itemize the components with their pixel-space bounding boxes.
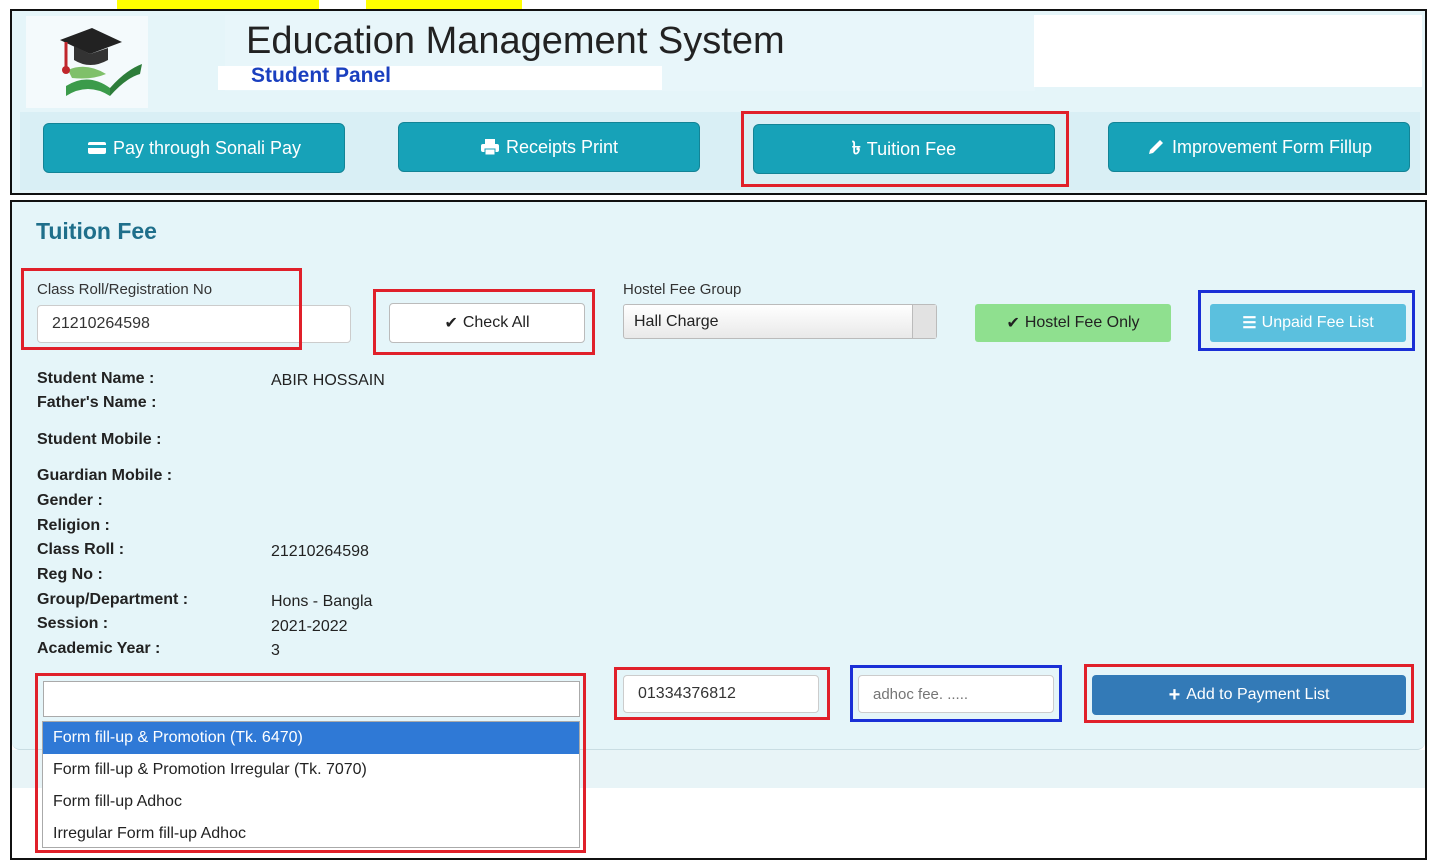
highlight-tuition-fee [741, 111, 1069, 187]
class-roll-label: Class Roll : [37, 541, 125, 558]
hostel-group-label: Hostel Fee Group [623, 281, 742, 298]
highlight-mobile [614, 667, 830, 720]
class-roll-value: 21210264598 [271, 543, 369, 560]
session-label: Session : [37, 615, 109, 632]
student-mobile-label: Student Mobile : [37, 431, 162, 448]
hostel-group-value: Hall Charge [634, 312, 719, 330]
pencil-icon [1148, 140, 1163, 154]
logo [26, 16, 148, 108]
group-department-label: Group/Department : [37, 591, 189, 608]
gender-label: Gender : [37, 492, 103, 509]
header-white-block [1034, 15, 1422, 87]
hostel-fee-only-label: Hostel Fee Only [1024, 314, 1140, 331]
credit-card-icon [87, 142, 106, 154]
session-value: 2021-2022 [271, 618, 348, 635]
top-highlight-left [117, 0, 319, 9]
father-name-label: Father's Name : [37, 394, 157, 411]
highlight-check-all [373, 289, 595, 355]
highlight-adhoc [850, 665, 1062, 722]
group-department-value: Hons - Bangla [271, 593, 373, 610]
highlight-roll [21, 268, 302, 350]
section-title: Tuition Fee [36, 218, 157, 244]
guardian-mobile-label: Guardian Mobile : [37, 467, 173, 484]
improvement-form-label: Improvement Form Fillup [1171, 136, 1373, 157]
graduation-cap-book-icon [60, 28, 142, 96]
pay-sonali-label: Pay through Sonali Pay [112, 137, 302, 158]
academic-year-label: Academic Year : [37, 640, 161, 657]
top-highlight-right [366, 0, 522, 9]
printer-icon [480, 139, 499, 156]
select-arrow-icon [912, 305, 936, 338]
hostel-group-select[interactable]: Hall Charge [623, 304, 937, 339]
student-name-value: ABIR HOSSAIN [271, 372, 385, 389]
improvement-form-button[interactable]: Improvement Form Fillup [1108, 122, 1410, 172]
pay-sonali-button[interactable]: Pay through Sonali Pay [43, 123, 345, 173]
reg-no-label: Reg No : [37, 566, 103, 583]
receipts-print-label: Receipts Print [505, 136, 619, 157]
check-icon: ✔ [1006, 315, 1020, 332]
highlight-unpaid-list [1198, 290, 1415, 351]
hostel-fee-only-button[interactable]: ✔ Hostel Fee Only [975, 304, 1171, 342]
religion-label: Religion : [37, 517, 110, 534]
receipts-print-button[interactable]: Receipts Print [398, 122, 700, 172]
student-name-label: Student Name : [37, 370, 155, 387]
academic-year-value: 3 [271, 642, 280, 659]
app-title: Education Management System [246, 20, 785, 62]
highlight-fee-type [35, 673, 586, 853]
highlight-add-payment [1084, 664, 1414, 723]
panel-subtitle: Student Panel [251, 64, 392, 87]
